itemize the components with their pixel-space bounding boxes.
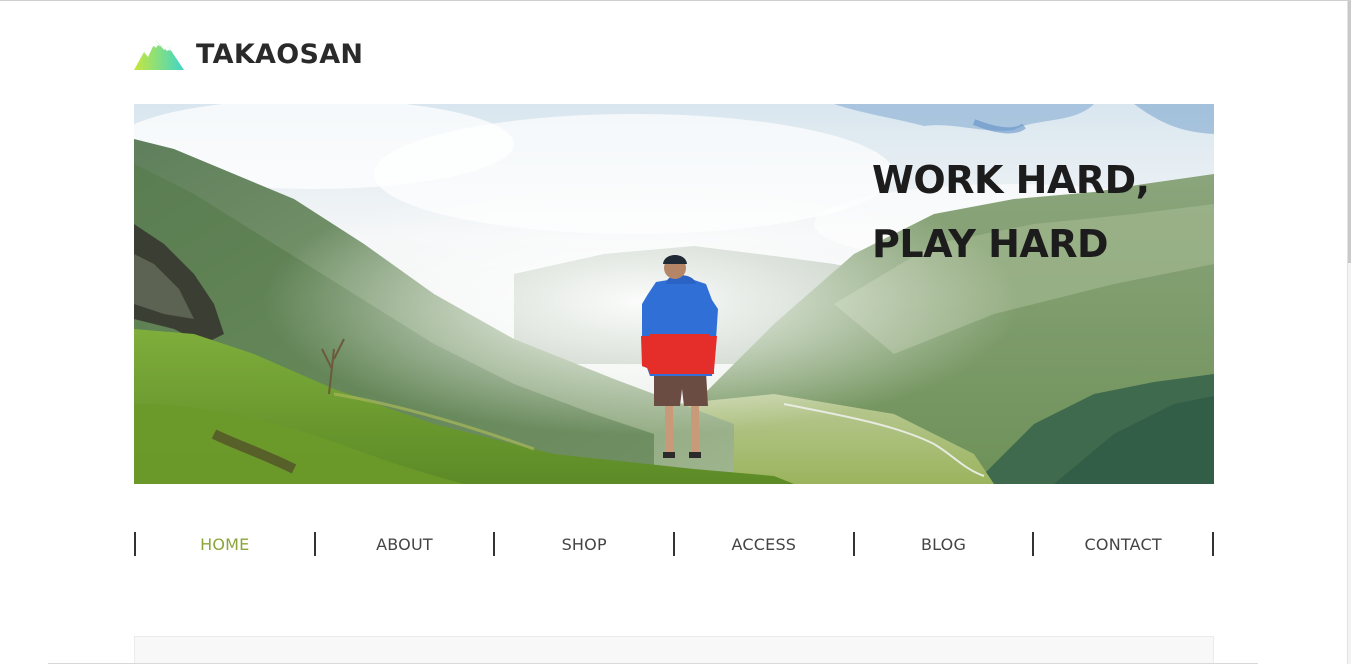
content-card — [134, 636, 1214, 664]
site-logo[interactable]: TAKAOSAN — [134, 37, 363, 71]
nav-item-contact[interactable]: CONTACT — [1032, 532, 1212, 556]
hero-headline: WORK HARD, PLAY HARD — [872, 148, 1150, 276]
nav-item-blog[interactable]: BLOG — [852, 532, 1033, 556]
nav-item-about[interactable]: ABOUT — [313, 532, 494, 556]
scrollbar-track[interactable] — [1347, 1, 1351, 664]
logo-text: TAKAOSAN — [196, 38, 364, 70]
main-nav: HOME ABOUT SHOP ACCESS BLOG CONTACT — [134, 532, 1214, 556]
nav-item-access[interactable]: ACCESS — [673, 532, 853, 556]
hero-headline-line-2: PLAY HARD — [872, 222, 1109, 266]
hero-banner: WORK HARD, PLAY HARD — [134, 104, 1214, 484]
nav-item-home[interactable]: HOME — [134, 532, 314, 556]
nav-item-shop[interactable]: SHOP — [493, 532, 673, 556]
page: TAKAOSAN WORK HARD, PLAY HARD HOME ABOUT… — [0, 0, 1351, 664]
hero-headline-line-1: WORK HARD, — [872, 158, 1150, 202]
mountain-icon — [134, 40, 184, 70]
